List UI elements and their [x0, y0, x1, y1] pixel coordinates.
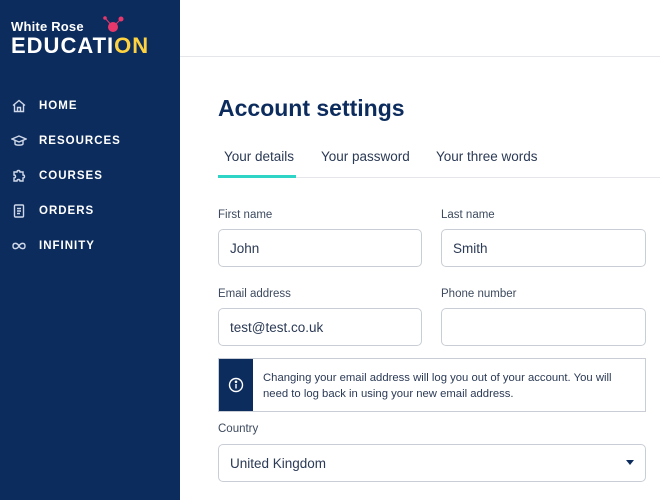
- email-label: Email address: [218, 288, 291, 300]
- notice-text: Changing your email address will log you…: [263, 372, 612, 400]
- top-bar: [180, 0, 660, 57]
- sidebar-item-courses[interactable]: COURSES: [0, 158, 180, 193]
- tab-your-password[interactable]: Your password: [321, 149, 410, 164]
- phone-input[interactable]: [441, 308, 646, 346]
- email-input[interactable]: [218, 308, 422, 346]
- puzzle-icon: [11, 168, 27, 184]
- email-change-notice: Changing your email address will log you…: [218, 358, 646, 412]
- notice-icon-panel: [219, 359, 253, 411]
- logo-text-main: EDUCATI: [11, 33, 115, 58]
- graduation-cap-icon: [11, 133, 27, 149]
- country-select[interactable]: United Kingdom: [218, 444, 646, 482]
- logo-text-bottom: EDUCATION: [11, 33, 149, 59]
- document-icon: [11, 203, 27, 219]
- sidebar-item-label: RESOURCES: [39, 134, 121, 147]
- sidebar-item-label: ORDERS: [39, 204, 95, 217]
- first-name-label: First name: [218, 209, 273, 221]
- tab-your-three-words[interactable]: Your three words: [436, 149, 538, 164]
- main-content: Account settings Your details Your passw…: [180, 57, 660, 500]
- sidebar-item-resources[interactable]: RESOURCES: [0, 123, 180, 158]
- page-title: Account settings: [218, 95, 405, 121]
- logo-text-accent: ON: [114, 33, 150, 58]
- sidebar-item-label: INFINITY: [39, 239, 95, 252]
- sidebar: White Rose EDUCATION HOME RESOURCES COUR…: [0, 0, 180, 500]
- settings-tabs: Your details Your password Your three wo…: [218, 145, 660, 178]
- sidebar-item-label: COURSES: [39, 169, 103, 182]
- sidebar-item-orders[interactable]: ORDERS: [0, 193, 180, 228]
- infinity-icon: [11, 238, 27, 254]
- first-name-input[interactable]: [218, 229, 422, 267]
- last-name-label: Last name: [441, 209, 495, 221]
- phone-label: Phone number: [441, 288, 517, 300]
- logo-dots-graphic: [103, 16, 124, 32]
- tab-your-details[interactable]: Your details: [224, 149, 294, 164]
- active-tab-indicator: [218, 175, 296, 178]
- country-select-value: United Kingdom: [230, 455, 327, 471]
- logo-text-top: White Rose: [11, 19, 84, 34]
- sidebar-nav: HOME RESOURCES COURSES ORDERS INFINITY: [0, 88, 180, 263]
- sidebar-item-infinity[interactable]: INFINITY: [0, 228, 180, 263]
- sidebar-item-label: HOME: [39, 99, 78, 112]
- chevron-down-icon: [626, 460, 634, 465]
- info-icon: [228, 377, 244, 393]
- home-icon: [11, 98, 27, 114]
- last-name-input[interactable]: [441, 229, 646, 267]
- white-rose-education-logo[interactable]: White Rose EDUCATION: [11, 14, 171, 58]
- sidebar-item-home[interactable]: HOME: [0, 88, 180, 123]
- country-label: Country: [218, 423, 259, 435]
